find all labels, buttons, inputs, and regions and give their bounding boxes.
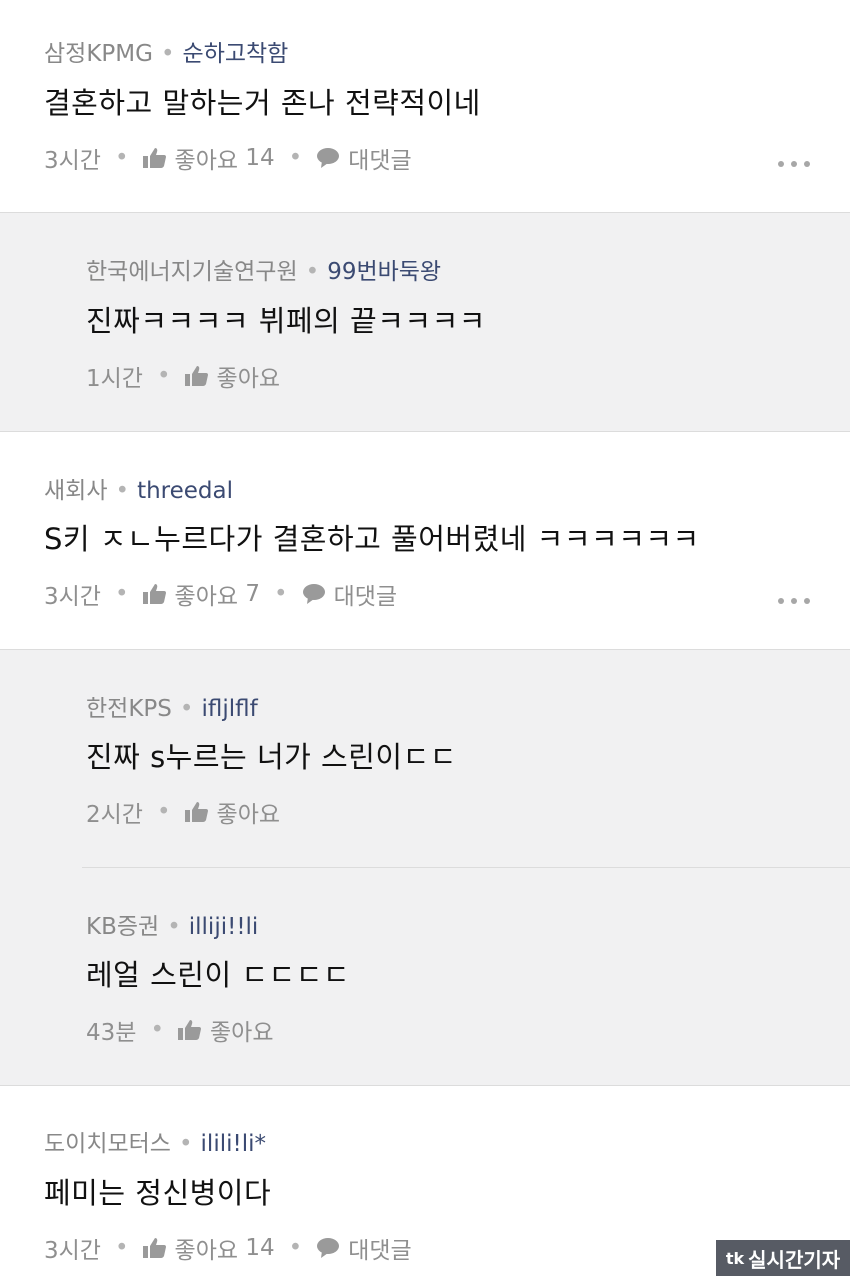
like-button[interactable]: 좋아요	[175, 1231, 238, 1265]
comment-text: S키 ㅈㄴ누르다가 결혼하고 풀어버렸네 ㅋㅋㅋㅋㅋㅋ	[44, 522, 700, 556]
comment-text: 레얼 스린이 ㄷㄷㄷㄷ	[86, 958, 351, 992]
comment-actions: 3시간 • 좋아요 7 • 대댓글	[44, 577, 397, 611]
speech-bubble-icon[interactable]	[316, 147, 340, 169]
company-name: 새회사	[44, 478, 108, 504]
dot-separator: •	[288, 1235, 303, 1261]
like-button[interactable]: 좋아요	[210, 1013, 273, 1047]
nickname[interactable]: 순하고착함	[183, 41, 289, 67]
dot-separator: •	[167, 914, 181, 940]
dot-separator: •	[305, 259, 320, 285]
speech-bubble-icon[interactable]	[302, 583, 326, 605]
watermark-text: 실시간기자	[748, 1247, 841, 1272]
comment-actions: 3시간 • 좋아요 14 • 대댓글	[44, 1231, 412, 1265]
thumbs-up-icon[interactable]	[142, 583, 167, 605]
reply-button[interactable]: 대댓글	[334, 577, 397, 611]
comment-actions: 43분 • 좋아요	[86, 1013, 274, 1047]
like-count: 14	[245, 1235, 275, 1261]
comment-text: 결혼하고 말하는거 존나 전략적이네	[44, 86, 481, 120]
dot-separator: •	[288, 145, 303, 171]
timestamp: 3시간	[44, 584, 101, 610]
like-button[interactable]: 좋아요	[217, 795, 280, 829]
company-name: 한국에너지기술연구원	[86, 259, 298, 285]
like-button[interactable]: 좋아요	[175, 577, 238, 611]
company-name: 한전KPS	[86, 696, 172, 722]
dot-separator: •	[160, 41, 175, 67]
nickname[interactable]: ilili!li*	[201, 1131, 266, 1157]
comment-text: 진짜ㅋㅋㅋㅋ 뷔페의 끝ㅋㅋㅋㅋ	[86, 304, 486, 338]
dot-separator: •	[273, 581, 288, 607]
comment-author[interactable]: 삼정KPMG • 순하고착함	[44, 34, 288, 68]
comment-author[interactable]: 새회사 • threedal	[44, 471, 233, 505]
comment-text: 진짜 s누르는 너가 스린이ㄷㄷ	[86, 740, 457, 774]
nickname[interactable]: threedal	[137, 478, 233, 504]
like-count: 14	[245, 145, 275, 171]
company-name: 삼정KPMG	[44, 41, 153, 67]
timestamp: 2시간	[86, 802, 143, 828]
divider	[82, 867, 850, 868]
nickname[interactable]: ifljlflf	[201, 696, 257, 722]
comment-author[interactable]: KB증권 • illiji!!li	[86, 907, 258, 941]
thumbs-up-icon[interactable]	[142, 147, 167, 169]
comment-author[interactable]: 도이치모터스 • ilili!li*	[44, 1124, 266, 1158]
comment-text: 페미는 정신병이다	[44, 1176, 272, 1210]
dot-separator: •	[115, 478, 130, 504]
dot-separator: •	[150, 1017, 165, 1043]
timestamp: 3시간	[44, 148, 101, 174]
more-options-icon[interactable]	[778, 160, 810, 168]
watermark-logo-mark: tk	[725, 1248, 745, 1268]
timestamp: 43분	[86, 1020, 137, 1046]
like-button[interactable]: 좋아요	[175, 141, 238, 175]
comment-author[interactable]: 한국에너지기술연구원 • 99번바둑왕	[86, 252, 441, 286]
thumbs-up-icon[interactable]	[178, 1019, 202, 1041]
dot-separator: •	[156, 363, 171, 389]
company-name: KB증권	[86, 914, 160, 940]
comment-author[interactable]: 한전KPS • ifljlflf	[86, 689, 258, 723]
reply-button[interactable]: 대댓글	[348, 141, 411, 175]
dot-separator: •	[179, 696, 194, 722]
thumbs-up-icon[interactable]	[142, 1237, 167, 1259]
nickname[interactable]: 99번바둑왕	[327, 259, 441, 285]
reply-button[interactable]: 대댓글	[348, 1231, 411, 1265]
thumbs-up-icon[interactable]	[184, 801, 209, 823]
nickname[interactable]: illiji!!li	[189, 914, 259, 940]
company-name: 도이치모터스	[44, 1131, 171, 1157]
speech-bubble-icon[interactable]	[316, 1237, 340, 1259]
comment-actions: 1시간 • 좋아요	[86, 359, 280, 393]
watermark-logo: tk 실시간기자	[716, 1240, 850, 1276]
like-count: 7	[245, 581, 260, 607]
dot-separator: •	[156, 799, 171, 825]
dot-separator: •	[178, 1131, 193, 1157]
timestamp: 1시간	[86, 366, 143, 392]
dot-separator: •	[114, 581, 129, 607]
comment-actions: 2시간 • 좋아요	[86, 795, 280, 829]
like-button[interactable]: 좋아요	[217, 359, 280, 393]
thumbs-up-icon[interactable]	[184, 365, 209, 387]
dot-separator: •	[114, 145, 129, 171]
more-options-icon[interactable]	[778, 597, 810, 605]
dot-separator: •	[114, 1235, 129, 1261]
timestamp: 3시간	[44, 1238, 101, 1264]
comment-actions: 3시간 • 좋아요 14 • 대댓글	[44, 141, 412, 175]
